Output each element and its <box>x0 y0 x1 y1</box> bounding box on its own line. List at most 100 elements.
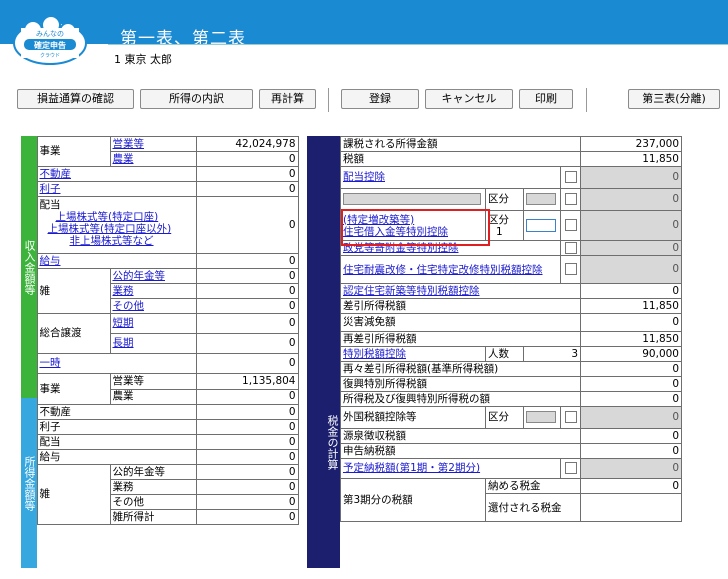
tax-kazei-value: 237,000 <box>580 136 682 152</box>
logo-line1: みんなの <box>36 30 64 38</box>
tax-table: 課税される所得金額 237,000 税額 11,850 配当控除 0 区分 0 … <box>340 136 682 522</box>
tax-ninzu-label: 人数 <box>485 346 524 362</box>
sho-jigyo-label: 事業 <box>36 373 111 405</box>
inc-tanki-link[interactable]: 短期 <box>113 317 134 329</box>
tax-gensen-value: 0 <box>580 428 682 444</box>
inc-ichiji-value: 0 <box>195 353 299 374</box>
tax-fukko-value: 0 <box>580 376 682 392</box>
jutaku-kubun-input[interactable] <box>526 218 556 232</box>
inc-choki-value: 0 <box>195 333 299 354</box>
tax-gaikoku-kubun-label: 区分 <box>485 406 524 429</box>
inc-nenkin-link[interactable]: 公的年金等 <box>113 270 166 282</box>
tax-gensen-label: 源泉徴収税額 <box>340 428 581 444</box>
tax-jutaku-value: 0 <box>580 210 682 241</box>
inc-gyomu-link[interactable]: 業務 <box>113 285 134 297</box>
inc-rishi-value: 0 <box>195 181 299 197</box>
logo-line2: 確定申告 <box>34 40 66 50</box>
sho-fudosan-value: 0 <box>195 404 299 420</box>
seito-checkbox[interactable] <box>564 241 577 254</box>
tax-seito-value: 0 <box>580 240 682 256</box>
income-table: 事業 営業等 42,024,978 農業 0 不動産 0 利子 0 配当 上場株… <box>21 136 299 525</box>
tax-shotoku-fukko-value: 0 <box>580 391 682 407</box>
tax-zeigaku-label: 税額 <box>340 151 581 167</box>
sho-rishi-label: 利子 <box>36 419 197 435</box>
sho-nogyo-label: 農業 <box>109 388 197 405</box>
tax-saisai-label: 再々差引所得税額(基準所得税額) <box>340 361 581 377</box>
inc-nogyo-link[interactable]: 農業 <box>113 153 134 165</box>
sho-nenkin-value: 0 <box>195 464 299 480</box>
inc-haito-label: 配当 <box>39 199 61 211</box>
tax-taishin-link[interactable]: 住宅耐震改修・住宅特定改修特別税額控除 <box>343 264 543 276</box>
jutaku-checkbox[interactable] <box>564 219 577 231</box>
app-header: みんなの 確定申告 クラウド 第一表、第二表 1 東京 太郎 <box>0 0 728 78</box>
tax-tokubetsu-link[interactable]: 特別税額控除 <box>343 348 406 360</box>
tax-gaikoku-label: 外国税額控除等 <box>340 406 486 429</box>
taishin-checkbox[interactable] <box>564 263 577 275</box>
inc-haito-igai-link[interactable]: 上場株式等(特定口座以外) <box>48 223 172 235</box>
sonneki-check-button[interactable]: 損益通算の確認 <box>17 89 134 109</box>
inc-fudosan-link[interactable]: 不動産 <box>40 168 72 180</box>
inc-tanki-value: 0 <box>195 313 299 334</box>
print-button[interactable]: 印刷 <box>519 89 573 109</box>
gaikoku-kubun-input[interactable] <box>526 411 556 423</box>
inc-gyomu-value: 0 <box>195 283 299 299</box>
tax-sashihiki-value: 11,850 <box>580 298 682 314</box>
sho-nenkin-label: 公的年金等 <box>109 464 197 480</box>
shotoku-uchiwake-button[interactable]: 所得の内訳 <box>140 89 253 109</box>
inc-choki-link[interactable]: 長期 <box>113 337 134 349</box>
tax-yotei-value: 0 <box>580 458 682 479</box>
tax-yotei-link[interactable]: 予定納税額(第1期・第2期分) <box>343 462 480 474</box>
register-button[interactable]: 登録 <box>341 89 419 109</box>
inc-haito-tokutei-link[interactable]: 上場株式等(特定口座) <box>56 211 159 223</box>
inc-eigyo-value: 42,024,978 <box>195 136 299 152</box>
inc-sonota-link[interactable]: その他 <box>113 300 145 312</box>
tax-ninzu-value: 3 <box>523 346 581 362</box>
tax-jutaku-kubun-label: 区分 <box>488 213 509 226</box>
tax-nintei-link[interactable]: 認定住宅新築等特別税額控除 <box>343 285 480 297</box>
tax-shinkoku-label: 申告納税額 <box>340 443 581 459</box>
inc-jigyo-label: 事業 <box>36 136 111 167</box>
cancel-button[interactable]: キャンセル <box>425 89 513 109</box>
tax-saigai-value: 0 <box>580 313 682 332</box>
tax-sai-sashihiki-label: 再差引所得税額 <box>340 331 581 347</box>
sho-zatsu-label: 雑 <box>36 464 111 525</box>
gaikoku-checkbox[interactable] <box>564 411 577 423</box>
tax-haito-kojo-link[interactable]: 配当控除 <box>343 171 385 183</box>
inc-zatsu-label: 雑 <box>36 268 111 314</box>
inc-fudosan-value: 0 <box>195 166 299 182</box>
tax-sashihiki-label: 差引所得税額 <box>340 298 581 314</box>
sho-sonota-value: 0 <box>195 494 299 510</box>
tax-fukko-label: 復興特別所得税額 <box>340 376 581 392</box>
haito-kojo-checkbox[interactable] <box>564 171 577 183</box>
toolbar-separator <box>586 88 587 112</box>
tax-gaikoku-value: 0 <box>580 406 682 429</box>
tax-osameru-value: 0 <box>580 478 682 494</box>
tax-kubun-label: 区分 <box>485 188 524 211</box>
sho-rishi-value: 0 <box>195 419 299 435</box>
sho-eigyo-label: 営業等 <box>109 373 197 390</box>
blank-input[interactable] <box>343 193 481 205</box>
highlight-box <box>341 209 490 246</box>
dai3hyo-button[interactable]: 第三表(分離) <box>628 89 720 109</box>
tax-jutaku-kubun-value: 1 <box>496 225 503 238</box>
inc-sogo-label: 総合譲渡 <box>36 313 111 354</box>
inc-rishi-link[interactable]: 利子 <box>40 183 61 195</box>
blank-checkbox[interactable] <box>564 193 577 205</box>
user-name: 1 東京 太郎 <box>114 53 172 66</box>
sho-kyuyo-value: 0 <box>195 449 299 465</box>
inc-haito-hijojo-link[interactable]: 非上場株式等など <box>70 235 154 247</box>
yotei-checkbox[interactable] <box>564 462 577 474</box>
sho-zatsu-kei-value: 0 <box>195 509 299 525</box>
user-bar <box>108 44 728 70</box>
inc-ichiji-link[interactable]: 一時 <box>40 357 61 369</box>
tax-kanpu-value <box>580 493 682 522</box>
tax-osameru-label: 納める税金 <box>485 478 581 494</box>
inc-kyuyo-link[interactable]: 給与 <box>40 255 61 267</box>
sho-gyomu-label: 業務 <box>109 479 197 495</box>
inc-eigyo-link[interactable]: 営業等 <box>113 138 145 150</box>
kubun-input[interactable] <box>526 193 556 205</box>
tax-sai-sashihiki-value: 11,850 <box>580 331 682 347</box>
recalc-button[interactable]: 再計算 <box>259 89 316 109</box>
app-logo: みんなの 確定申告 クラウド <box>13 16 87 65</box>
toolbar-separator <box>328 88 329 112</box>
